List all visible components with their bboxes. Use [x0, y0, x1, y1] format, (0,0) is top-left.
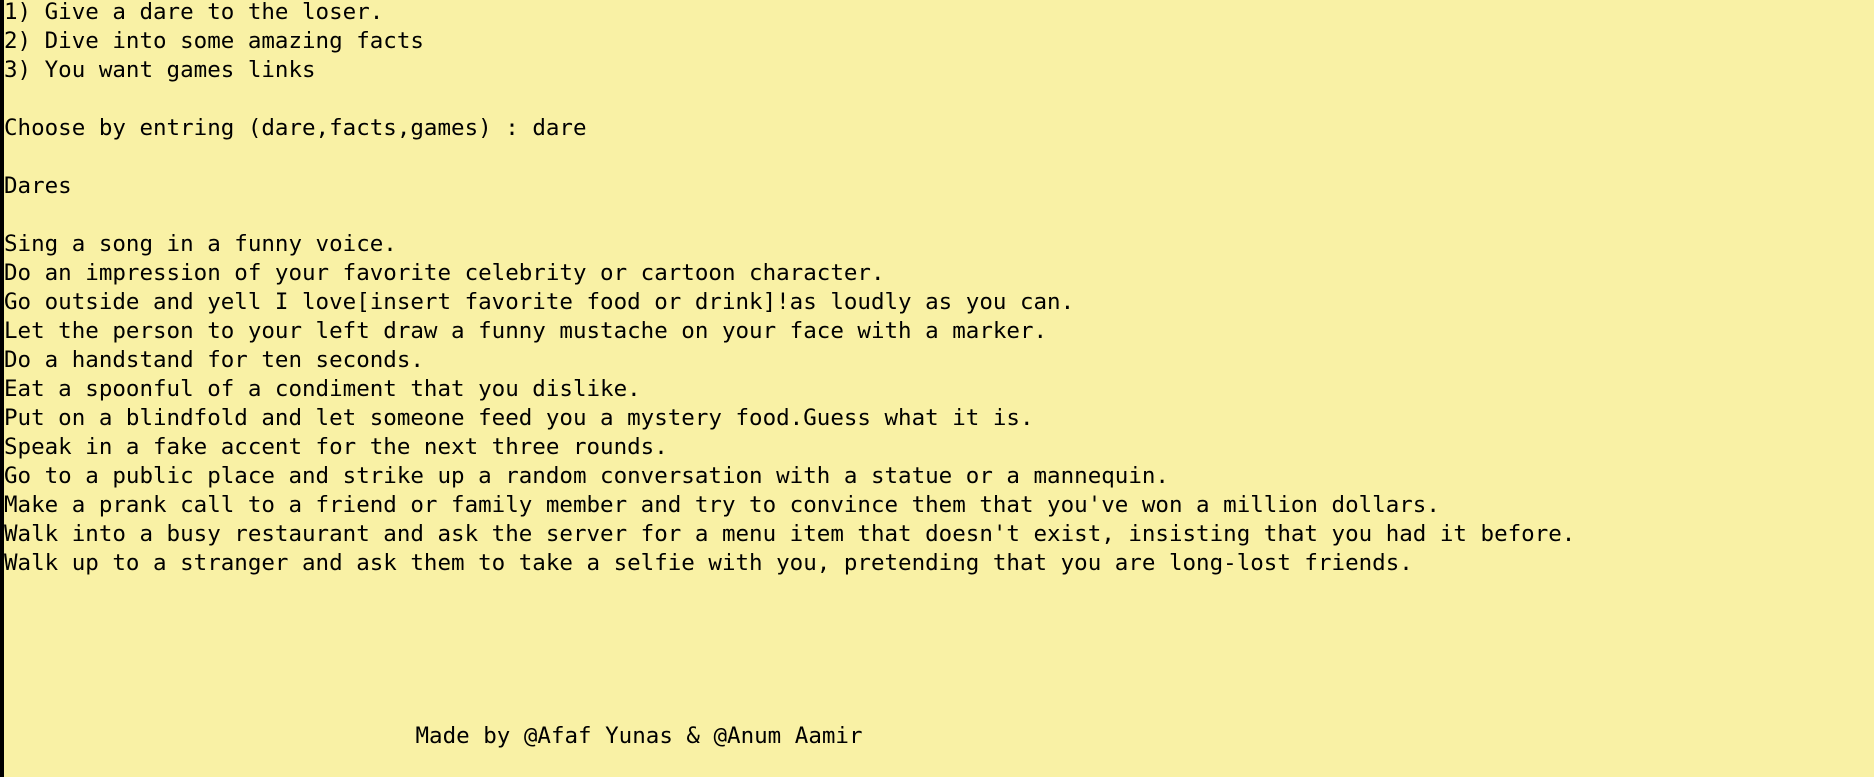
choice-prompt: Choose by entring (dare,facts,games) : d…: [4, 114, 587, 143]
dares-heading: Dares: [4, 173, 72, 199]
dare-item: Let the person to your left draw a funny…: [4, 318, 1048, 344]
dare-item: Make a prank call to a friend or family …: [4, 492, 1440, 518]
menu-option-games: 3) You want games links: [4, 57, 316, 83]
dare-item: Do an impression of your favorite celebr…: [4, 260, 885, 286]
dare-item: Walk up to a stranger and ask them to ta…: [4, 550, 1413, 576]
dare-item: Do a handstand for ten seconds.: [4, 347, 424, 373]
menu-option-dare: 1) Give a dare to the loser.: [4, 0, 384, 25]
dare-item: Sing a song in a funny voice.: [4, 231, 397, 257]
dare-item: Walk into a busy restaurant and ask the …: [4, 521, 1576, 547]
choice-input-value[interactable]: dare: [532, 115, 586, 141]
dare-item: Go to a public place and strike up a ran…: [4, 463, 1169, 489]
console-output: 1) Give a dare to the loser. 2) Dive int…: [4, 0, 1874, 777]
dare-item: Go outside and yell I love[insert favori…: [4, 289, 1075, 315]
menu-option-facts: 2) Dive into some amazing facts: [4, 28, 424, 54]
dare-item: Eat a spoonful of a condiment that you d…: [4, 376, 641, 402]
dare-item: Speak in a fake accent for the next thre…: [4, 434, 668, 460]
footer-credit: Made by @Afaf Yunas & @Anum Aamir: [415, 723, 863, 749]
choice-prompt-label: Choose by entring (dare,facts,games) :: [4, 115, 533, 141]
dare-item: Put on a blindfold and let someone feed …: [4, 405, 1034, 431]
